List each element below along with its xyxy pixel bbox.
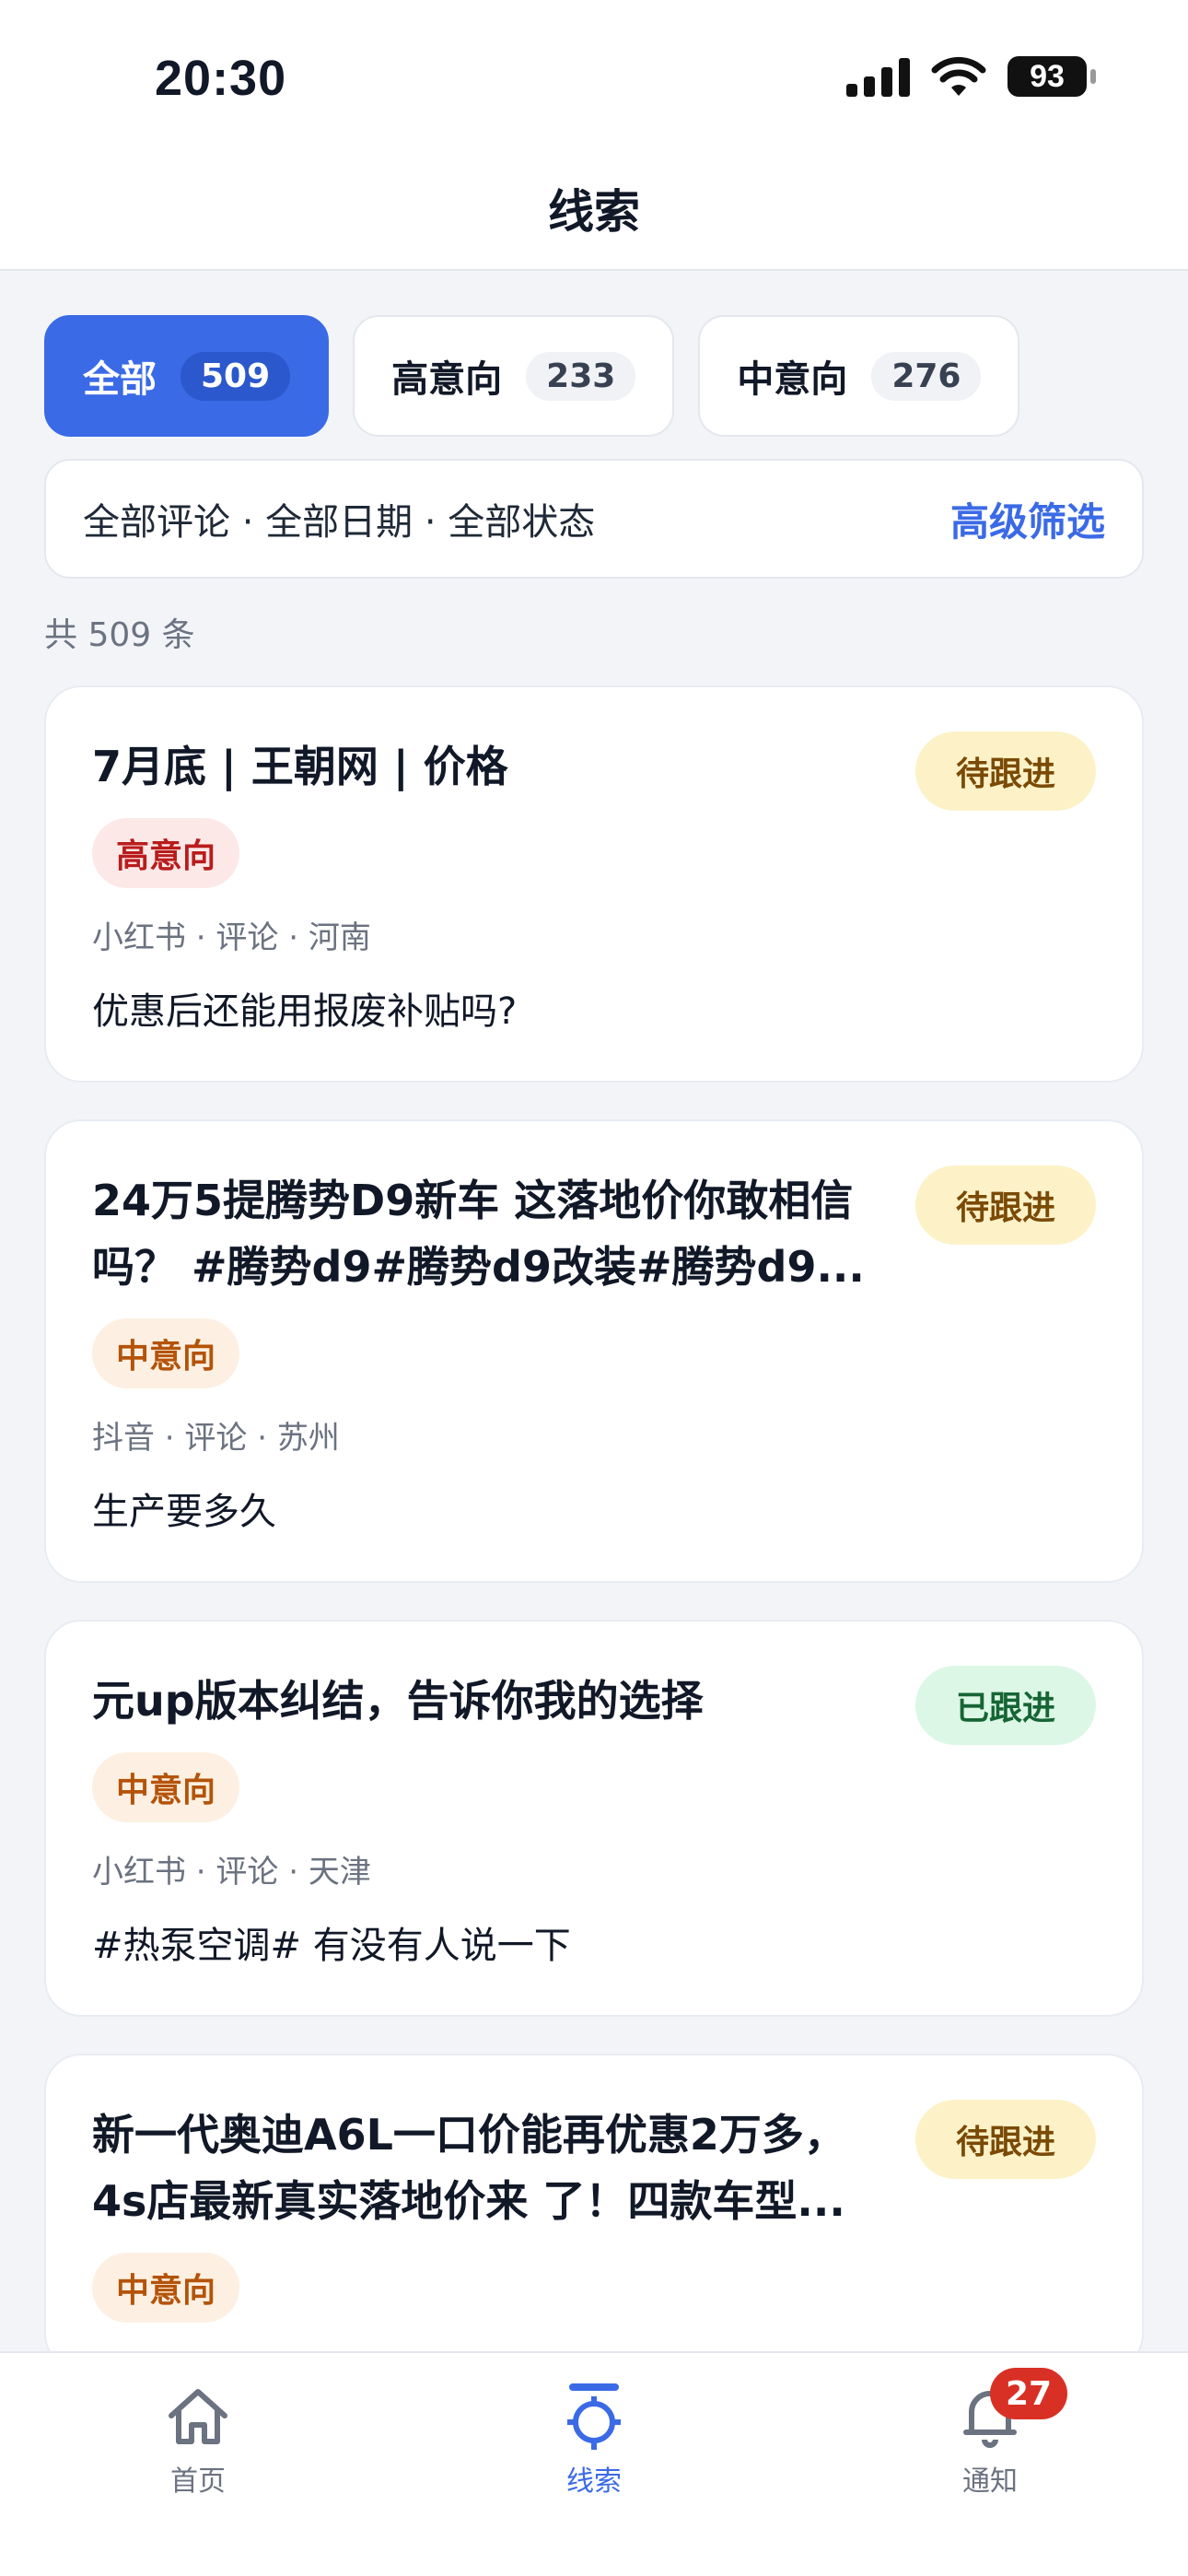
- notification-badge: 27: [990, 2368, 1067, 2419]
- lead-title: 24万5提腾势D9新车 这落地价你敢相信吗？ #腾势d9#腾势d9改装#腾势d9…: [92, 1176, 865, 1292]
- bottom-nav: 首页 线索 27 通知: [0, 2351, 1188, 2576]
- intent-badge: 中意向: [92, 2253, 240, 2323]
- advanced-filter-button[interactable]: 高级筛选: [950, 491, 1105, 547]
- wifi-icon: [931, 56, 986, 96]
- tab-label: 高意向: [391, 358, 503, 401]
- battery-icon: 93: [1007, 56, 1096, 97]
- follow-status-badge: 待跟进: [914, 2100, 1096, 2179]
- cellular-signal-icon: [846, 56, 910, 97]
- target-icon: [567, 2383, 621, 2450]
- lead-meta: 小红书 · 评论 · 天津: [92, 1854, 371, 1891]
- tab-label: 全部: [83, 358, 157, 401]
- lead-snippet: #热泵空调# 有没有人说一下: [92, 1925, 571, 1967]
- nav-leads[interactable]: 线索: [502, 2375, 686, 2499]
- lead-card[interactable]: 新一代奥迪A6L一口价能再优惠2万多，4s店最新真实落地价来 了！四款车型...…: [44, 2054, 1144, 2371]
- intent-tabs: 全部 509 高意向 233 中意向 276: [44, 315, 1020, 437]
- tab-all[interactable]: 全部 509: [44, 315, 330, 437]
- follow-status-badge: 待跟进: [914, 732, 1096, 811]
- lead-title: 7月底 | 王朝网 | 价格: [92, 742, 508, 791]
- status-time: 20:30: [155, 51, 287, 106]
- lead-card[interactable]: 元up版本纠结，告诉你我的选择 已跟进 中意向 小红书 · 评论 · 天津 #热…: [44, 1620, 1144, 2017]
- filter-summary[interactable]: 全部评论 · 全部日期 · 全部状态: [83, 492, 595, 545]
- intent-badge: 中意向: [92, 1318, 240, 1388]
- lead-snippet: 生产要多久: [92, 1491, 276, 1533]
- lead-title: 新一代奥迪A6L一口价能再优惠2万多，4s店最新真实落地价来 了！四款车型...: [92, 2110, 846, 2226]
- intent-badge: 高意向: [92, 818, 240, 888]
- lead-card[interactable]: 24万5提腾势D9新车 这落地价你敢相信吗？ #腾势d9#腾势d9改装#腾势d9…: [44, 1119, 1144, 1583]
- lead-title: 元up版本纠结，告诉你我的选择: [92, 1676, 704, 1726]
- nav-label: 线索: [566, 2465, 622, 2498]
- filter-bar[interactable]: 全部评论 · 全部日期 · 全部状态 高级筛选: [44, 459, 1144, 579]
- page-header: 线索: [0, 147, 1188, 271]
- status-icons: 93: [846, 55, 1096, 98]
- lead-meta: 抖音 · 评论 · 苏州: [92, 1420, 340, 1457]
- nav-label: 通知: [962, 2465, 1018, 2498]
- follow-status-badge: 已跟进: [914, 1666, 1096, 1745]
- tab-high-intent[interactable]: 高意向 233: [353, 315, 675, 437]
- total-count: 共 509 条: [44, 616, 195, 654]
- lead-list: 7月底 | 王朝网 | 价格 待跟进 高意向 小红书 · 评论 · 河南 优惠后…: [44, 685, 1144, 2407]
- nav-label: 首页: [170, 2465, 226, 2498]
- intent-badge: 中意向: [92, 1752, 240, 1822]
- status-bar: 20:30 93: [0, 0, 1188, 147]
- tab-label: 中意向: [737, 358, 848, 401]
- lead-card[interactable]: 7月底 | 王朝网 | 价格 待跟进 高意向 小红书 · 评论 · 河南 优惠后…: [44, 685, 1144, 1083]
- page-title: 线索: [548, 185, 640, 239]
- nav-home[interactable]: 首页: [106, 2375, 290, 2499]
- tab-count: 276: [871, 351, 982, 401]
- nav-notifications[interactable]: 27 通知: [898, 2368, 1082, 2499]
- lead-snippet: 优惠后还能用报废补贴吗?: [92, 990, 518, 1033]
- follow-status-badge: 待跟进: [914, 1165, 1096, 1245]
- tab-count: 233: [526, 351, 636, 401]
- tab-mid-intent[interactable]: 中意向 276: [698, 315, 1020, 437]
- tab-count: 509: [181, 351, 291, 401]
- lead-meta: 小红书 · 评论 · 河南: [92, 919, 371, 956]
- home-icon: [169, 2389, 227, 2444]
